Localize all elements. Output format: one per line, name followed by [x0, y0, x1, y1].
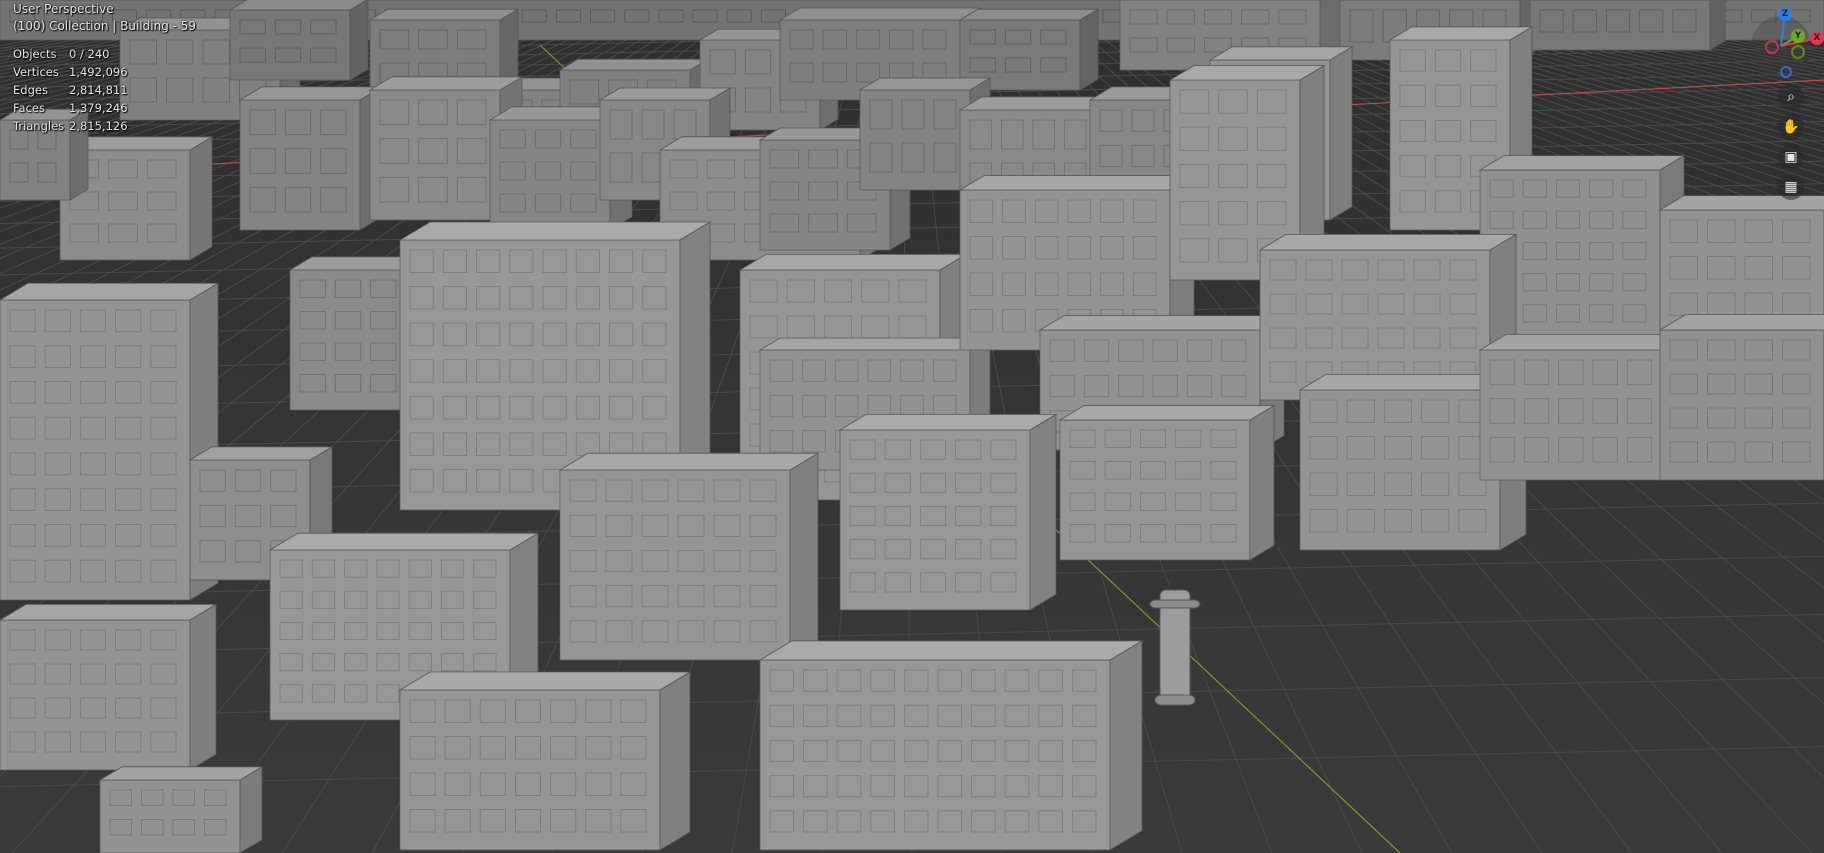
- camera-icon[interactable]: ▣: [1778, 144, 1804, 170]
- building-roof: [368, 8, 520, 21]
- stat-value: 2,814,811: [69, 83, 128, 97]
- building-side: [189, 136, 213, 261]
- 3d-viewport[interactable]: User Perspective (100) Collection | Buil…: [0, 0, 1824, 853]
- building-roof: [958, 175, 1196, 191]
- building-roof: [838, 413, 1058, 431]
- building-facade: [1529, 0, 1711, 51]
- building-side: [1029, 413, 1057, 611]
- building-roof: [1388, 26, 1534, 41]
- zoom-icon[interactable]: ⌕: [1778, 84, 1804, 110]
- stat-label: Edges: [13, 83, 48, 97]
- stat-value: 0 / 240: [69, 47, 110, 61]
- stat-label: Vertices: [13, 65, 59, 79]
- building-roof: [398, 221, 712, 241]
- building-roof: [738, 253, 968, 271]
- building-roof: [1658, 313, 1824, 331]
- pan-hand-icon[interactable]: ✋: [1778, 114, 1804, 140]
- building-roof: [228, 0, 368, 11]
- building-roof: [778, 7, 982, 21]
- building-side: [1709, 0, 1726, 51]
- stat-label: Triangles: [13, 119, 65, 133]
- z-axis-ball[interactable]: Z: [1778, 7, 1792, 21]
- building-facade: [559, 469, 791, 661]
- building-roof: [188, 446, 334, 461]
- building-facade: [839, 429, 1031, 611]
- building-facade: [1659, 329, 1824, 481]
- building-roof: [0, 282, 220, 301]
- stat-value: 2,815,126: [69, 119, 128, 133]
- building-facade: [1059, 419, 1251, 561]
- building-side: [239, 766, 263, 853]
- building-roof: [598, 87, 732, 101]
- building-roof: [238, 86, 384, 101]
- building-roof: [858, 77, 992, 91]
- building-roof: [398, 671, 692, 691]
- hydrant-prop: [1154, 694, 1196, 706]
- building-roof: [0, 604, 218, 621]
- scene-render[interactable]: [0, 0, 1824, 853]
- collection-label: (100) Collection | Building - 59: [13, 19, 197, 33]
- building-side: [1249, 404, 1275, 561]
- building-roof: [1208, 46, 1354, 61]
- building-facade: [99, 779, 241, 853]
- building-side: [789, 452, 819, 661]
- building-roof: [1058, 405, 1276, 421]
- building-roof: [558, 452, 820, 471]
- stat-label: Faces: [13, 101, 45, 115]
- building-roof: [1478, 155, 1686, 171]
- building-facade: [489, 119, 611, 231]
- building-side: [189, 603, 217, 771]
- building-roof: [1038, 315, 1286, 331]
- building-facade: [229, 9, 351, 81]
- y-axis-ball[interactable]: Y: [1791, 29, 1805, 43]
- building-roof: [1658, 195, 1824, 211]
- building-roof: [368, 76, 524, 91]
- building-roof: [1258, 233, 1518, 251]
- stat-value: 1,379,246: [69, 101, 128, 115]
- building-roof: [758, 640, 1144, 661]
- building-facade: [859, 89, 971, 191]
- building-side: [1079, 8, 1099, 91]
- building-side: [1329, 46, 1353, 221]
- x-axis-ball[interactable]: X: [1810, 31, 1824, 45]
- building-roof: [1168, 65, 1326, 81]
- building-side: [349, 0, 369, 81]
- building-side: [1109, 640, 1143, 851]
- building-facade: [0, 299, 191, 601]
- building-facade: [239, 99, 361, 231]
- building-facade: [759, 659, 1111, 851]
- building-roof: [558, 58, 710, 71]
- building-facade: [289, 269, 411, 411]
- building-roof: [98, 766, 264, 781]
- building-roof: [268, 532, 540, 551]
- building-facade: [0, 619, 191, 771]
- perspective-grid-icon[interactable]: ▦: [1778, 174, 1804, 200]
- building-roof: [958, 8, 1100, 21]
- navigation-gizmo[interactable]: Z Y X: [1740, 0, 1824, 80]
- view-title: User Perspective: [13, 2, 114, 16]
- building-facade: [369, 89, 501, 221]
- hydrant-prop: [1149, 599, 1201, 609]
- building-facade: [1299, 389, 1501, 551]
- building-side: [659, 671, 691, 851]
- stat-label: Objects: [13, 47, 57, 61]
- building-roof: [758, 337, 992, 351]
- stat-value: 1,492,096: [69, 65, 128, 79]
